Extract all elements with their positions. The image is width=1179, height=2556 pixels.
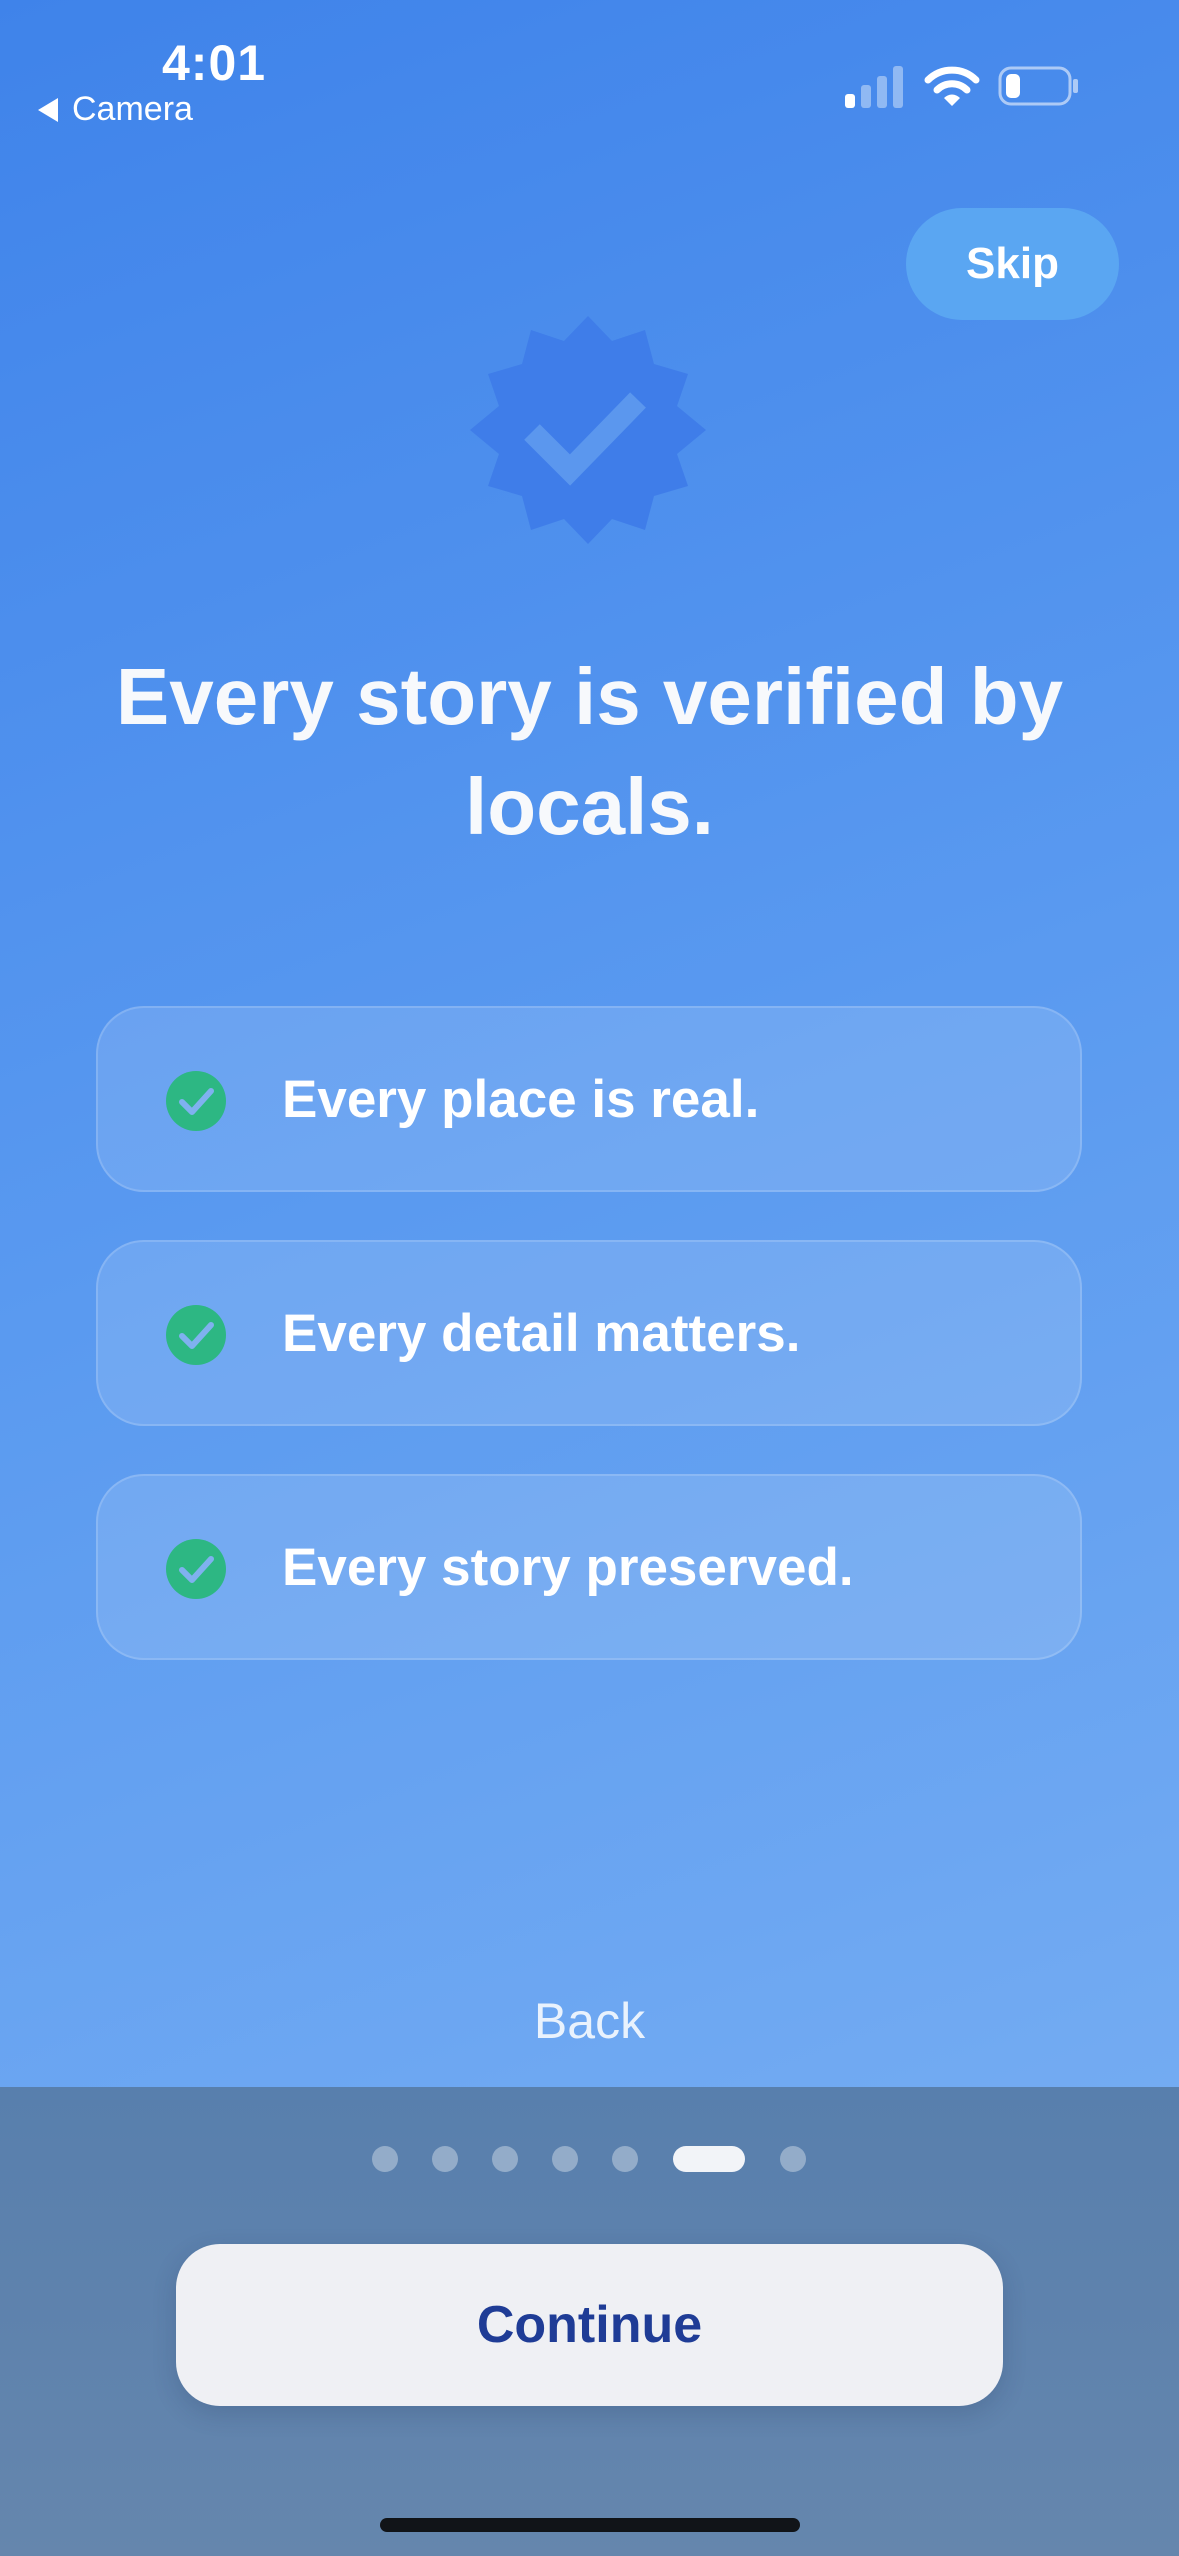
feature-label: Every story preserved.	[282, 1537, 854, 1597]
feature-label: Every detail matters.	[282, 1303, 801, 1363]
feature-row-place: Every place is real.	[96, 1006, 1082, 1192]
status-time: 4:01	[162, 35, 267, 91]
wifi-icon	[924, 66, 980, 106]
page-dot-7	[780, 2146, 806, 2172]
feature-row-detail: Every detail matters.	[96, 1240, 1082, 1426]
check-circle-icon	[166, 1539, 226, 1599]
feature-label: Every place is real.	[282, 1069, 760, 1129]
page-dot-3	[492, 2146, 518, 2172]
back-to-camera-label: Camera	[72, 90, 193, 128]
home-indicator[interactable]	[380, 2518, 800, 2532]
page-dot-5	[612, 2146, 638, 2172]
onboarding-screen: 4:01 Camera Skip Every story is verified…	[0, 0, 1179, 2556]
verified-badge-icon	[470, 316, 706, 544]
back-to-camera-link[interactable]: Camera	[38, 90, 193, 129]
page-dot-6-active	[673, 2146, 745, 2172]
cellular-signal-icon	[845, 66, 903, 108]
check-circle-icon	[166, 1305, 226, 1365]
back-triangle-icon	[38, 97, 58, 122]
continue-button[interactable]: Continue	[176, 2244, 1003, 2406]
battery-icon	[998, 66, 1078, 106]
page-dot-4	[552, 2146, 578, 2172]
check-circle-icon	[166, 1071, 226, 1131]
skip-button[interactable]: Skip	[906, 208, 1119, 320]
back-button[interactable]: Back	[0, 1992, 1179, 2050]
page-dot-1	[372, 2146, 398, 2172]
page-dot-2	[432, 2146, 458, 2172]
headline: Every story is verified by locals.	[115, 652, 1064, 851]
page-indicator	[0, 2146, 1179, 2172]
feature-row-story: Every story preserved.	[96, 1474, 1082, 1660]
